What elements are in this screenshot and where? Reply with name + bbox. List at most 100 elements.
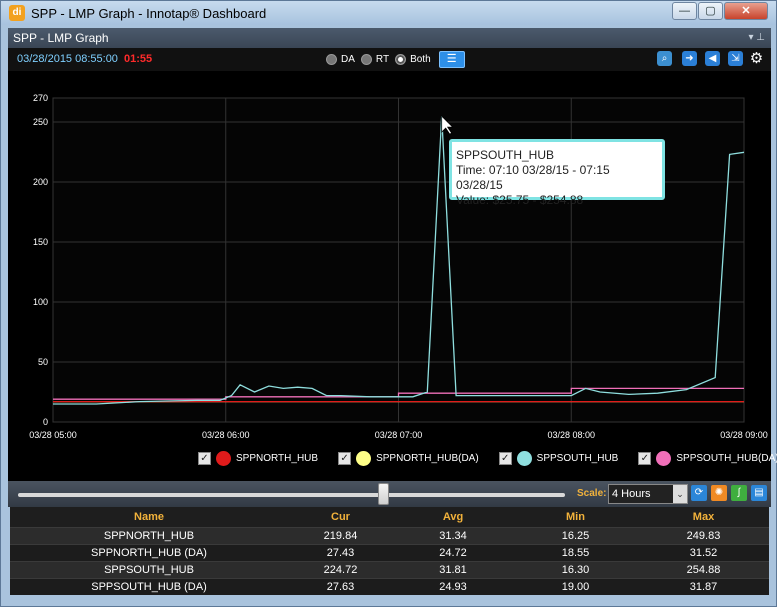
refresh-countdown: 01:55 <box>124 53 153 65</box>
cell-max: 249.83 <box>638 526 769 544</box>
toolbar: 03/28/2015 08:55:00 01:55 DA RT Both ☰ ⌕… <box>8 48 771 71</box>
radio-da-label: DA <box>341 54 355 65</box>
y-tick-label: 0 <box>43 417 48 427</box>
radio-da[interactable] <box>326 54 337 65</box>
stats-table: Name Cur Avg Min Max SPPNORTH_HUB 219.84… <box>10 507 769 595</box>
radio-rt-label: RT <box>375 54 390 65</box>
export-icon[interactable]: ⇲ <box>728 51 743 66</box>
cell-name: SPPNORTH_HUB (DA) <box>10 543 288 561</box>
app-logo-icon: di <box>9 5 25 21</box>
legend-checkbox[interactable]: ✓ <box>498 452 512 465</box>
panel-header: SPP - LMP Graph ▾ ⊥ <box>8 28 771 48</box>
radio-both-label: Both <box>410 54 431 65</box>
list-view-button[interactable]: ☰ <box>438 51 465 68</box>
app-window: di SPP - LMP Graph - Innotap® Dashboard … <box>0 0 777 607</box>
cell-min: 18.55 <box>513 543 638 561</box>
x-tick-label: 03/28 05:00 <box>29 430 77 440</box>
cell-max: 254.88 <box>638 560 769 578</box>
scale-dropdown[interactable]: 4 Hours ⌄ <box>608 484 688 504</box>
pin-icon[interactable]: ▾ ⊥ <box>748 28 765 48</box>
y-tick-label: 150 <box>33 237 48 247</box>
chart-canvas[interactable]: 0 50 100 150 200 250 270 03/28 05:00 03/28 06:00… <box>8 71 771 481</box>
time-slider-handle[interactable] <box>378 483 389 505</box>
x-tick-label: 03/28 09:00 <box>720 430 768 440</box>
y-tick-label: 50 <box>38 357 48 367</box>
radio-both[interactable] <box>395 54 407 65</box>
legend-label: SPPNORTH_HUB(DA) <box>376 453 479 464</box>
y-tick-label: 200 <box>33 177 48 187</box>
panel-title: SPP - LMP Graph <box>13 31 109 45</box>
col-avg-header[interactable]: Avg <box>393 507 513 527</box>
table-row[interactable]: SPPSOUTH_HUB 224.72 31.81 16.30 254.88 <box>10 560 769 578</box>
cell-name: SPPNORTH_HUB <box>10 526 288 544</box>
minimize-button[interactable]: — <box>672 2 697 20</box>
cell-avg: 31.81 <box>393 560 513 578</box>
legend-item[interactable]: ✓ SPPNORTH_HUB <box>198 451 318 466</box>
close-button[interactable]: ✕ <box>724 2 768 20</box>
table-row[interactable]: SPPNORTH_HUB (DA) 27.43 24.72 18.55 31.5… <box>10 543 769 561</box>
legend-item[interactable]: ✓ SPPSOUTH_HUB(DA) <box>638 451 777 466</box>
cell-avg: 24.93 <box>393 577 513 595</box>
tooltip-value: Value: $25.75 - $254.88 <box>456 193 584 207</box>
chart-tooltip: SPPSOUTH_HUB Time: 07:10 03/28/15 - 07:1… <box>449 139 665 207</box>
legend-label: SPPNORTH_HUB <box>236 453 319 464</box>
legend-swatch <box>516 451 532 466</box>
table-header-row: Name Cur Avg Min Max <box>10 507 769 527</box>
legend-checkbox[interactable]: ✓ <box>338 452 352 465</box>
cell-max: 31.87 <box>638 577 769 595</box>
scale-label: Scale: <box>577 488 607 499</box>
legend-checkbox[interactable]: ✓ <box>638 452 652 465</box>
legend-item[interactable]: ✓ SPPSOUTH_HUB <box>498 451 618 466</box>
gear-icon[interactable]: ⚙ <box>749 51 764 66</box>
cell-max: 31.52 <box>638 543 769 561</box>
table-row[interactable]: SPPNORTH_HUB 219.84 31.34 16.25 249.83 <box>10 526 769 544</box>
cell-cur: 224.72 <box>288 560 393 578</box>
cell-avg: 31.34 <box>393 526 513 544</box>
x-tick-label: 03/28 06:00 <box>202 430 250 440</box>
zoom-icon[interactable]: ⌕ <box>657 51 672 66</box>
cell-avg: 24.72 <box>393 543 513 561</box>
col-max-header[interactable]: Max <box>638 507 769 527</box>
settings-sun-icon[interactable]: ✺ <box>711 485 727 501</box>
col-cur-header[interactable]: Cur <box>288 507 393 527</box>
y-tick-label: 270 <box>33 93 48 103</box>
legend-swatch <box>216 451 231 466</box>
legend-swatch <box>656 451 672 466</box>
legend-swatch <box>356 451 372 466</box>
chart-legend: ✓ SPPNORTH_HUB ✓ SPPNORTH_HUB(DA) ✓ SPPSOUTH_… <box>198 451 777 466</box>
scale-bar: Scale: 4 Hours ⌄ ⟳ ✺ ∫ ▤ <box>8 481 771 507</box>
curve-icon[interactable]: ∫ <box>731 485 747 501</box>
scale-value: 4 Hours <box>612 488 651 500</box>
cell-name: SPPSOUTH_HUB <box>10 560 288 578</box>
lmp-chart[interactable]: 0 50 100 150 200 250 270 03/28 05:00 03/28 06:00… <box>8 71 777 481</box>
legend-checkbox[interactable]: ✓ <box>198 452 211 465</box>
current-datetime: 03/28/2015 08:55:00 <box>17 53 118 65</box>
cell-min: 16.30 <box>513 560 638 578</box>
col-min-header[interactable]: Min <box>513 507 638 527</box>
cell-min: 19.00 <box>513 577 638 595</box>
tooltip-series: SPPSOUTH_HUB <box>456 148 555 162</box>
arrow-right-icon[interactable]: ➜ <box>682 51 697 66</box>
refresh-icon[interactable]: ⟳ <box>691 485 707 501</box>
y-tick-label: 250 <box>33 117 48 127</box>
chevron-down-icon[interactable]: ⌄ <box>673 485 687 503</box>
col-name-header[interactable]: Name <box>10 507 288 527</box>
legend-item[interactable]: ✓ SPPNORTH_HUB(DA) <box>338 451 479 466</box>
cell-cur: 219.84 <box>288 526 393 544</box>
window-icon[interactable]: ▤ <box>751 485 767 501</box>
maximize-button[interactable]: ▢ <box>698 2 723 20</box>
title-bar[interactable]: di SPP - LMP Graph - Innotap® Dashboard <box>1 1 776 25</box>
tooltip-time: Time: 07:10 03/28/15 - 07:15 03/28/15 <box>456 163 610 192</box>
radio-rt[interactable] <box>360 54 372 65</box>
cell-min: 16.25 <box>513 526 638 544</box>
cell-name: SPPSOUTH_HUB (DA) <box>10 577 288 595</box>
x-tick-label: 03/28 08:00 <box>547 430 595 440</box>
table-row[interactable]: SPPSOUTH_HUB (DA) 27.63 24.93 19.00 31.8… <box>10 577 769 595</box>
window-title: SPP - LMP Graph - Innotap® Dashboard <box>31 5 267 21</box>
time-slider-track[interactable] <box>18 493 565 497</box>
x-tick-label: 03/28 07:00 <box>375 430 423 440</box>
sound-icon[interactable]: ◀ <box>705 51 720 66</box>
y-tick-label: 100 <box>33 297 48 307</box>
cell-cur: 27.63 <box>288 577 393 595</box>
cell-cur: 27.43 <box>288 543 393 561</box>
